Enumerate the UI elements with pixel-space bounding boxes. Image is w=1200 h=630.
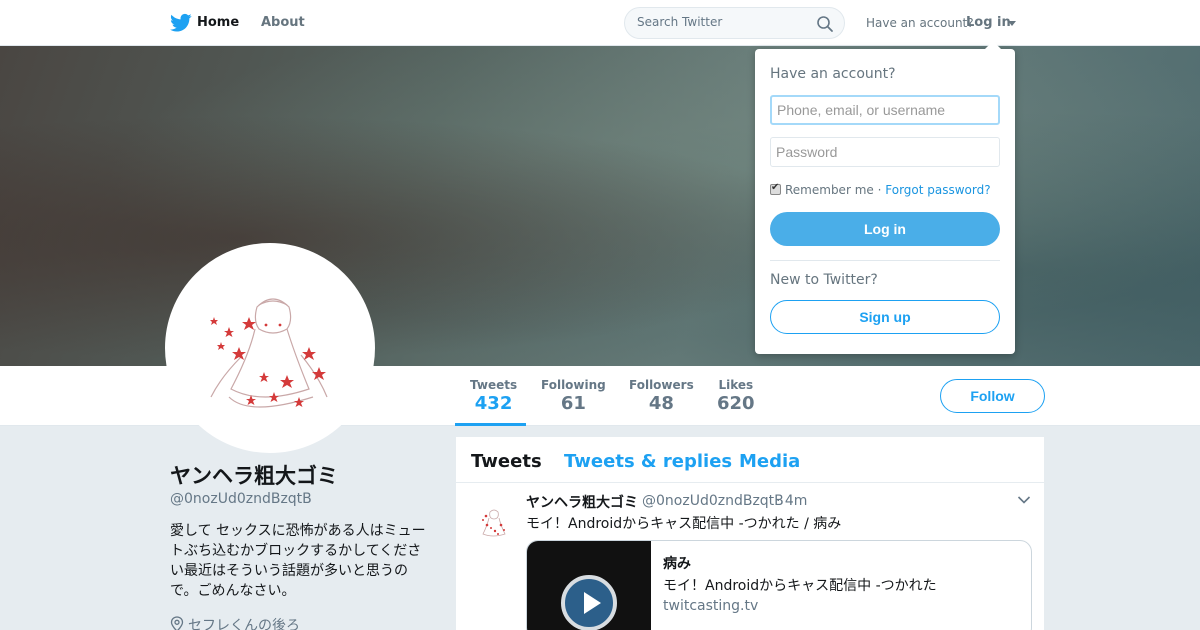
stat-following[interactable]: Following 61	[541, 378, 606, 414]
chevron-down-icon[interactable]	[1008, 21, 1016, 26]
remember-row: Remember me · Forgot password?	[770, 182, 991, 197]
twitter-bird-icon[interactable]	[170, 13, 192, 33]
profile-name[interactable]: ヤンヘラ粗大ゴミ	[170, 460, 338, 490]
separator-dot: ·	[877, 183, 882, 197]
stat-value: 620	[717, 393, 755, 414]
stat-value: 48	[648, 393, 674, 414]
play-icon[interactable]	[561, 575, 617, 630]
follow-button[interactable]: Follow	[940, 379, 1045, 413]
card-thumbnail[interactable]	[527, 541, 651, 630]
stat-label: Followers	[629, 378, 694, 392]
stat-tweets[interactable]: Tweets 432	[470, 378, 517, 414]
username-field[interactable]	[770, 95, 1000, 125]
tweet-timestamp[interactable]: · 4m	[776, 493, 807, 509]
active-stat-indicator	[455, 423, 526, 426]
tab-tweets[interactable]: Tweets	[471, 451, 542, 472]
card-title[interactable]: 病み	[663, 553, 691, 573]
signup-button[interactable]: Sign up	[770, 300, 1000, 334]
tweet-avatar-illustration	[482, 509, 506, 537]
link-card[interactable]: 病み モイ！Androidからキャス配信中 -つかれた twitcasting.…	[526, 540, 1032, 630]
card-description: モイ！Androidからキャス配信中 -つかれた	[663, 578, 937, 594]
stat-label: Likes	[718, 378, 754, 392]
profile-handle[interactable]: @0nozUd0zndBzqtB	[170, 491, 312, 507]
location-pin-icon	[170, 616, 184, 630]
forgot-password-link[interactable]: Forgot password?	[885, 183, 990, 197]
stat-label: Tweets	[470, 378, 518, 392]
divider	[770, 260, 1000, 261]
avatar[interactable]	[165, 243, 375, 453]
tweet-author-name[interactable]: ヤンヘラ粗大ゴミ	[526, 492, 638, 512]
timeline-tabs: Tweets Tweets & replies Media	[456, 437, 1044, 483]
remember-me-label[interactable]: Remember me	[785, 183, 874, 197]
stat-followers[interactable]: Followers 48	[629, 378, 694, 414]
location-text: セフレくんの後ろ	[188, 618, 300, 630]
login-dropdown-toggle[interactable]: Log in	[966, 15, 1011, 30]
stat-value: 61	[560, 393, 586, 414]
tweet-author-handle[interactable]: @0nozUd0zndBzqtB	[642, 493, 784, 509]
search-icon[interactable]	[816, 15, 834, 33]
tweet[interactable]: ヤンヘラ粗大ゴミ @0nozUd0zndBzqtB · 4m モイ！Androi…	[456, 483, 1044, 630]
tweet-text: モイ！Androidからキャス配信中 -つかれた / 病み	[526, 516, 842, 532]
tab-media[interactable]: Media	[739, 451, 800, 472]
have-account-text: Have an account?	[866, 16, 974, 30]
avatar-illustration	[210, 298, 328, 408]
profile-bio: 愛して セックスに恐怖がある人はミュートぶち込むかブロックするかしてください最近…	[170, 523, 426, 599]
timeline: Tweets Tweets & replies Media ヤンヘラ粗大ゴミ @…	[456, 437, 1044, 630]
login-button[interactable]: Log in	[770, 212, 1000, 246]
dropdown-title: Have an account?	[770, 66, 896, 82]
new-to-twitter-text: New to Twitter?	[770, 272, 878, 288]
login-dropdown: Have an account? Remember me · Forgot pa…	[755, 41, 1015, 354]
search-box[interactable]	[624, 7, 845, 39]
nav-home-link[interactable]: Home	[197, 15, 239, 30]
profile-location: セフレくんの後ろ	[170, 615, 300, 630]
chevron-down-icon[interactable]	[1017, 495, 1031, 505]
nav-about-link[interactable]: About	[261, 15, 305, 30]
stat-likes[interactable]: Likes 620	[717, 378, 755, 414]
tab-tweets-replies[interactable]: Tweets & replies	[564, 451, 732, 472]
password-field[interactable]	[770, 137, 1000, 167]
search-input[interactable]	[637, 15, 807, 29]
stat-label: Following	[541, 378, 606, 392]
top-nav: Home About Have an account? Log in	[0, 0, 1200, 46]
card-domain: twitcasting.tv	[663, 598, 759, 614]
remember-me-checkbox[interactable]	[770, 182, 781, 195]
stat-value: 432	[474, 393, 513, 414]
tweet-avatar[interactable]	[470, 498, 518, 546]
